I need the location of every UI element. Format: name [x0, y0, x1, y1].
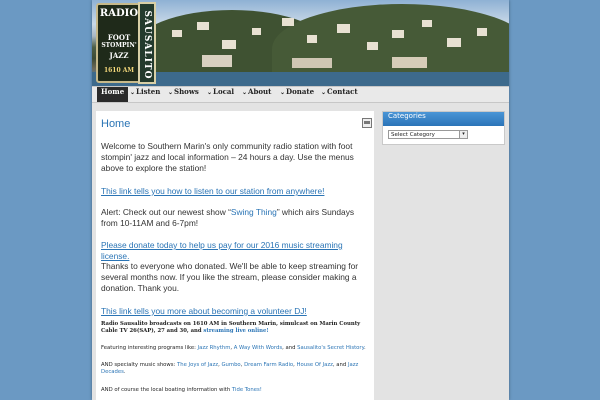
listen-link[interactable]: This link tells you how to listen to our…: [101, 186, 371, 197]
page-wrapper: RADIO FOOT STOMPIN' JAZZ 1610 AM SAUSALI…: [92, 0, 509, 400]
radio-sign-logo: RADIO FOOT STOMPIN' JAZZ 1610 AM: [96, 3, 142, 83]
chevron-down-icon: ⌄: [280, 89, 286, 96]
nav-label-about: About: [248, 87, 272, 96]
sausalito-sign-text: SAUSALITO: [142, 10, 152, 80]
show-link-joys-of-jazz[interactable]: The Joys of Jazz: [177, 362, 218, 368]
streaming-link[interactable]: streaming live online!: [203, 328, 268, 334]
nav-label-home: Home: [101, 87, 125, 96]
nav-label-listen: Listen: [136, 87, 161, 96]
nav-item-about[interactable]: ⌄About: [242, 87, 271, 102]
category-select-value: Select Category: [391, 132, 435, 138]
nav-label-shows: Shows: [174, 87, 199, 96]
nav-item-shows[interactable]: ⌄Shows: [168, 87, 199, 102]
nav-label-contact: Contact: [327, 87, 358, 96]
sign-text-foot: FOOT: [107, 33, 131, 42]
nav-item-home[interactable]: Home: [97, 87, 129, 102]
categories-heading: Categories: [383, 112, 504, 126]
page-title: Home: [101, 118, 131, 130]
broadcast-text: Radio Sausalito broadcasts on 1610 AM in…: [101, 321, 371, 335]
alert-text: Alert: Check out our newest show “Swing …: [101, 207, 371, 229]
nav-item-listen[interactable]: ⌄Listen: [130, 87, 160, 102]
chevron-down-icon: ⌄: [207, 89, 213, 96]
category-select[interactable]: Select Category ▾: [388, 130, 468, 139]
alert-text-start: Alert: Check out our newest show “: [101, 207, 231, 217]
dropdown-arrow-icon: ▾: [459, 131, 467, 138]
program-link-way-with-words[interactable]: A Way With Words: [234, 345, 282, 351]
main-content: Home Welcome to Southern Marin's only co…: [96, 111, 374, 400]
programs-and: , and: [282, 345, 298, 351]
sign-text-frequency: 1610 AM: [103, 67, 135, 74]
sign-text-stompin: STOMPIN': [101, 42, 137, 49]
categories-widget: Categories Select Category ▾: [382, 111, 505, 145]
main-nav: Home ⌄Listen ⌄Shows ⌄Local ⌄About ⌄Donat…: [92, 86, 509, 103]
donate-link[interactable]: Please donate today to help us pay for o…: [101, 240, 371, 262]
chevron-down-icon: ⌄: [321, 89, 327, 96]
programs-text: Featuring interesting programs like: Jaz…: [101, 345, 366, 351]
show-link-gumbo[interactable]: Gumbo: [221, 362, 240, 368]
sausalito-sign: SAUSALITO: [138, 2, 156, 84]
chevron-down-icon: ⌄: [242, 89, 248, 96]
nav-item-local[interactable]: ⌄Local: [207, 87, 234, 102]
program-link-secret-history[interactable]: Sausalito's Secret History: [297, 345, 364, 351]
boating-text: AND of course the local boating informat…: [101, 387, 371, 394]
sign-text-jazz: JAZZ: [109, 51, 129, 60]
specialty-prefix: AND specialty music shows:: [101, 362, 177, 368]
tide-tones-link[interactable]: Tide Tones!: [232, 387, 262, 393]
nav-label-local: Local: [213, 87, 235, 96]
nav-item-donate[interactable]: ⌄Donate: [280, 87, 314, 102]
boating-prefix: AND of course the local boating informat…: [101, 387, 232, 393]
sign-text-radio: RADIO: [99, 8, 139, 19]
print-icon[interactable]: [362, 118, 372, 128]
intro-text: Welcome to Southern Marin's only communi…: [101, 141, 354, 173]
specialty-text: AND specialty music shows: The Joys of J…: [101, 362, 359, 375]
programs-prefix: Featuring interesting programs like:: [101, 345, 198, 351]
nav-label-donate: Donate: [286, 87, 315, 96]
volunteer-link[interactable]: This link tells you more about becoming …: [101, 306, 371, 317]
nav-item-contact[interactable]: ⌄Contact: [321, 87, 358, 102]
swing-thing-link[interactable]: Swing Thing: [231, 207, 277, 217]
program-link-jazz-rhythm[interactable]: Jazz Rhythm: [198, 345, 231, 351]
header-banner: RADIO FOOT STOMPIN' JAZZ 1610 AM SAUSALI…: [92, 0, 509, 86]
chevron-down-icon: ⌄: [168, 89, 174, 96]
show-link-dream-farm[interactable]: Dream Farm Radio: [244, 362, 293, 368]
chevron-down-icon: ⌄: [130, 89, 136, 96]
show-link-house-of-jazz[interactable]: House Of Jazz: [297, 362, 333, 368]
thanks-text: Thanks to everyone who donated. We'll be…: [101, 261, 359, 293]
